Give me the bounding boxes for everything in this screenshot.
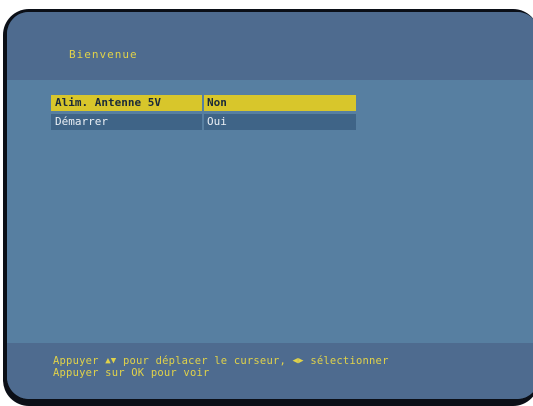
page-title: Bienvenue <box>69 48 138 61</box>
menu-item-label: Alim. Antenne 5V <box>51 95 202 111</box>
help-text: pour déplacer le curseur, <box>122 355 287 367</box>
left-right-arrow-icon: ◀▶ <box>292 356 304 366</box>
help-line-ok: Appuyer sur OK pour voir <box>53 367 210 379</box>
menu-item-start[interactable]: Démarrer Oui <box>51 114 356 130</box>
up-down-arrow-icon: ▲▼ <box>105 356 117 366</box>
help-line-navigation: Appuyer ▲▼ pour déplacer le curseur, ◀▶ … <box>53 355 389 367</box>
osd-panel: Bienvenue Alim. Antenne 5V Non Démarrer … <box>7 12 533 399</box>
osd-header: Bienvenue <box>7 12 533 80</box>
tv-screen: Bienvenue Alim. Antenne 5V Non Démarrer … <box>3 9 533 406</box>
help-footer: Appuyer ▲▼ pour déplacer le curseur, ◀▶ … <box>7 343 533 399</box>
menu-item-value[interactable]: Non <box>204 95 356 111</box>
help-text: sélectionner <box>310 355 389 367</box>
menu-item-antenna-power[interactable]: Alim. Antenne 5V Non <box>51 95 356 111</box>
menu-item-value[interactable]: Oui <box>204 114 356 130</box>
help-text: Appuyer <box>53 355 99 367</box>
menu-item-label: Démarrer <box>51 114 202 130</box>
tv-bezel: Bienvenue Alim. Antenne 5V Non Démarrer … <box>0 0 533 406</box>
settings-menu: Alim. Antenne 5V Non Démarrer Oui <box>51 95 356 133</box>
